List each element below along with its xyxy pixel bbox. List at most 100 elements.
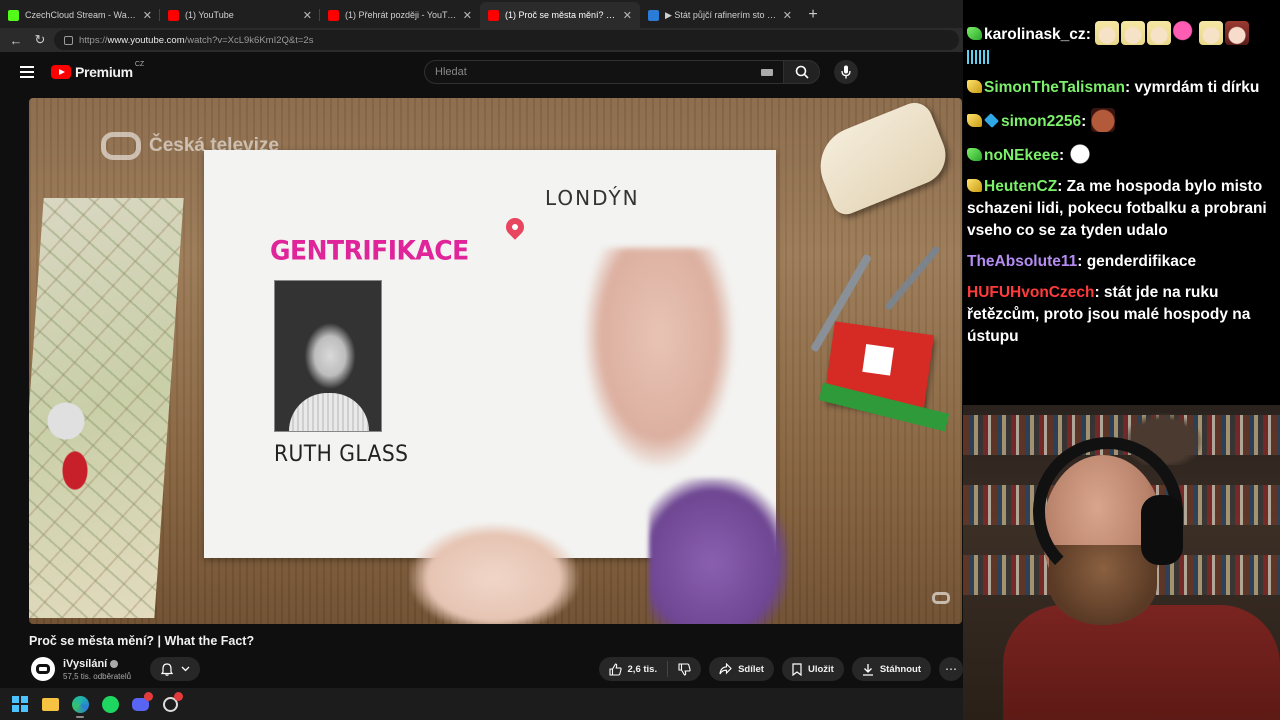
browser-tab-czechcloud[interactable]: CzechCloud Stream - Watch Live o ✕	[0, 2, 160, 28]
toy-car-prop	[808, 98, 955, 219]
chat-username: karolinask_cz	[984, 26, 1086, 43]
search-button[interactable]	[784, 60, 820, 84]
chat-message: karolinask_cz:	[967, 21, 1276, 68]
bell-icon	[160, 662, 173, 676]
keyboard-icon[interactable]	[761, 69, 773, 76]
taskbar-obs[interactable]	[160, 692, 183, 714]
download-button[interactable]: Stáhnout	[851, 657, 931, 681]
close-tab-icon[interactable]: ✕	[303, 9, 312, 22]
sleeve	[649, 478, 789, 624]
chat-message: noNEkeee:	[967, 142, 1276, 167]
gold-badge-icon	[967, 80, 982, 93]
chat-message-partial	[967, 0, 1276, 12]
notification-bell-button[interactable]	[150, 657, 200, 681]
chat-message: SimonTheTalisman: vymrdám ti dírku	[967, 77, 1276, 99]
like-button[interactable]: 2,6 tis.	[599, 661, 669, 677]
browser-tab-youtube[interactable]: (1) YouTube ✕	[160, 2, 320, 28]
taskbar-edge[interactable]	[70, 694, 90, 718]
anime-emote-icon	[1199, 21, 1224, 45]
new-tab-button[interactable]: +	[800, 2, 826, 28]
chat-username: SimonTheTalisman	[984, 79, 1125, 96]
reload-icon[interactable]: ↻	[30, 30, 50, 50]
youtube-play-icon	[51, 65, 71, 79]
url-field[interactable]: https://www.youtube.com/watch?v=XcL9k6Km…	[54, 30, 959, 50]
logo-region: CZ	[134, 60, 145, 68]
channel-name-row[interactable]: iVysílání	[63, 658, 131, 670]
spotify-icon	[101, 695, 119, 713]
gem-badge-icon	[984, 113, 999, 128]
video-player[interactable]: Česká televize GENTRIFIKACE RUTH GLASS L…	[29, 98, 962, 624]
keys-prop	[39, 388, 129, 498]
browser-address-bar: ← ↻ https://www.youtube.com/watch?v=XcL9…	[0, 28, 963, 52]
close-tab-icon[interactable]: ✕	[783, 9, 792, 22]
chat-message: HUFUHvonCzech: stát jde na ruku řetězcům…	[967, 284, 1251, 345]
stream-chat: karolinask_cz: SimonTheTalisman: vymrdám…	[963, 0, 1280, 405]
active-indicator	[76, 716, 84, 718]
browser-tab-active-video[interactable]: (1) Proč se města mění? | What the ✕	[480, 2, 640, 28]
voice-search-button[interactable]	[834, 60, 858, 84]
headphone-earcup	[1141, 495, 1183, 565]
resting-hand	[409, 523, 579, 624]
chat-username: TheAbsolute11	[967, 253, 1078, 270]
url-prefix: https://	[79, 34, 108, 46]
back-arrow-icon[interactable]: ←	[6, 30, 26, 50]
close-tab-icon[interactable]: ✕	[623, 9, 632, 22]
gold-badge-icon	[967, 179, 982, 192]
subscriber-badge-icon	[967, 148, 982, 161]
heart-emote-icon	[1173, 21, 1198, 45]
windows-icon	[12, 696, 28, 712]
chevron-down-icon	[181, 666, 189, 672]
save-button[interactable]: Uložit	[781, 657, 844, 681]
portrait-photo	[274, 280, 382, 432]
taskbar-discord[interactable]	[130, 692, 153, 714]
notification-badge	[144, 692, 153, 701]
board-word: GENTRIFIKACE	[270, 235, 469, 266]
notification-badge	[174, 692, 183, 701]
drawing-hand	[584, 248, 734, 468]
close-tab-icon[interactable]: ✕	[143, 9, 152, 22]
chat-username: noNEkeee	[984, 147, 1059, 164]
youtube-favicon-icon	[328, 9, 339, 21]
video-title: Proč se města mění? | What the Fact?	[29, 634, 255, 648]
search-icon	[795, 65, 809, 79]
url-host: www.youtube.com	[107, 34, 185, 46]
edge-icon	[71, 695, 89, 713]
gold-badge-icon	[967, 114, 982, 127]
browser-tab-news[interactable]: ▶ Stát půjčí rafinerím sto tisíc tun ✕	[640, 2, 800, 28]
share-label: Sdílet	[738, 663, 764, 675]
channel-avatar[interactable]	[31, 657, 55, 681]
browser-tab-bar: CzechCloud Stream - Watch Live o ✕ (1) Y…	[0, 0, 963, 28]
youtube-logo[interactable]: Premium CZ	[51, 60, 145, 80]
anime-emote-icon	[1147, 21, 1172, 45]
share-icon	[719, 663, 732, 675]
video-actions: 2,6 tis. Sdílet Uložit Stáhnout ⋯	[598, 657, 963, 681]
search-input[interactable]: Hledat	[424, 60, 784, 84]
youtube-favicon-icon	[488, 9, 499, 21]
more-icon: ⋯	[945, 662, 957, 676]
ct-corner-logo-icon	[932, 592, 950, 604]
channel-name: iVysílání	[63, 657, 108, 670]
close-tab-icon[interactable]: ✕	[463, 9, 472, 22]
taskbar-explorer[interactable]	[40, 694, 60, 714]
subscriber-count: 57,5 tis. odběratelů	[63, 671, 132, 681]
dislike-button[interactable]	[668, 662, 701, 676]
girl-emote-icon	[1225, 21, 1250, 45]
site-info-icon[interactable]	[64, 35, 73, 45]
menu-icon[interactable]	[20, 66, 34, 78]
bookmark-icon	[792, 662, 802, 676]
url-path: /watch?v=XcL9k6KmI2Q&t=2s	[184, 34, 314, 46]
subscriber-badge-icon	[967, 27, 982, 40]
thumbs-down-icon	[678, 662, 691, 676]
start-button[interactable]	[10, 694, 30, 714]
kick-favicon-icon	[8, 9, 19, 21]
anime-emote-icon	[1121, 21, 1146, 45]
logo-text: Premium	[75, 64, 133, 80]
more-actions-button[interactable]: ⋯	[939, 657, 963, 681]
share-button[interactable]: Sdílet	[709, 657, 774, 681]
taskbar-spotify[interactable]	[100, 694, 120, 714]
chat-message: TheAbsolute11: genderdifikace	[967, 253, 1197, 270]
chat-username: HeutenCZ	[984, 178, 1058, 195]
microphone-icon	[841, 65, 851, 79]
verified-icon	[110, 659, 119, 668]
browser-tab-watch-later[interactable]: (1) Přehrát později - YouTube ✕	[320, 2, 480, 28]
